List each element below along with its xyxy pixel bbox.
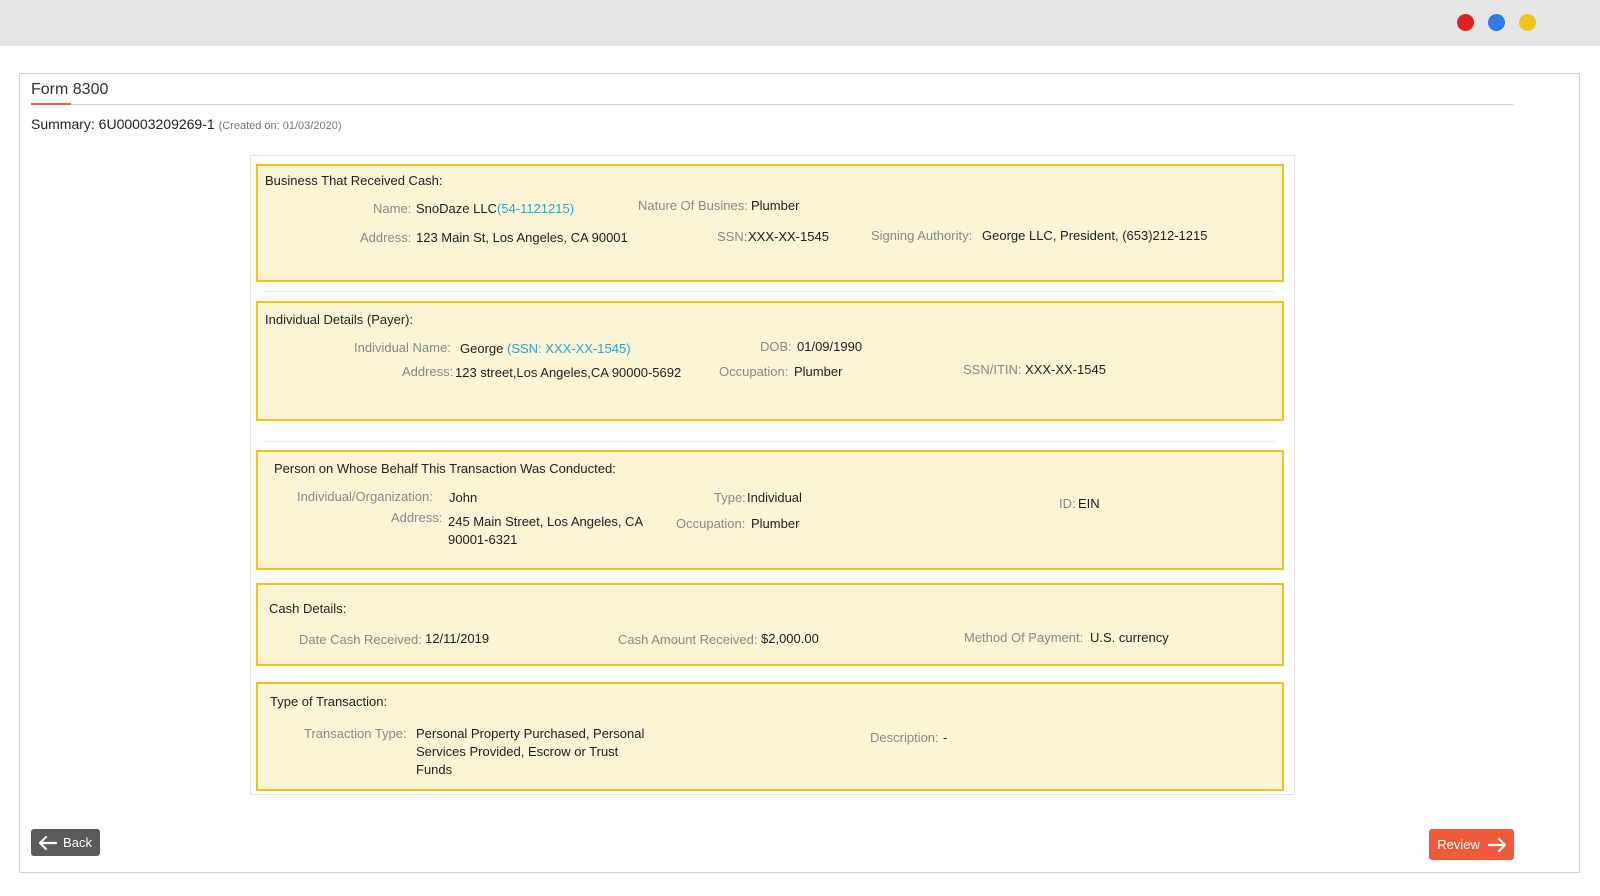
back-button-label: Back: [63, 835, 92, 850]
maximize-window-dot[interactable]: [1488, 14, 1505, 31]
business-name-label: Name:: [373, 201, 412, 216]
cash-amount-value: $2,000.00: [761, 631, 819, 646]
individual-ssn-label: SSN/ITIN:: [963, 362, 1022, 377]
section-divider: [263, 441, 1275, 442]
signing-authority-label: Signing Authority:: [871, 228, 973, 243]
behalf-type-label: Type:: [714, 490, 746, 505]
minimize-window-dot[interactable]: [1519, 14, 1536, 31]
cash-section-title: Cash Details:: [269, 601, 347, 616]
payment-method-value: U.S. currency: [1090, 630, 1169, 645]
transaction-section-title: Type of Transaction:: [270, 694, 388, 709]
business-name-text: SnoDaze LLC: [416, 201, 497, 216]
behalf-type-value: Individual: [747, 490, 802, 505]
description-label: Description:: [870, 730, 939, 745]
behalf-id-value: EIN: [1078, 496, 1100, 511]
dob-label: DOB:: [760, 339, 792, 354]
close-window-dot[interactable]: [1457, 14, 1474, 31]
nature-of-business-value: Plumber: [751, 198, 800, 213]
individual-name-value: George (SSN: XXX-XX-1545): [460, 341, 631, 356]
business-name-value: SnoDaze LLC(54-1121215): [416, 201, 574, 216]
signing-authority-value: George LLC, President, (653)212-1215: [982, 228, 1208, 243]
individual-occupation-value: Plumber: [794, 364, 843, 379]
cash-amount-label: Cash Amount Received:: [618, 632, 758, 647]
business-ssn-label: SSN:: [717, 229, 748, 244]
business-address-label: Address:: [360, 230, 412, 245]
behalf-address-value: 245 Main Street, Los Angeles, CA 90001-6…: [448, 514, 643, 547]
organization-value: John: [449, 490, 478, 505]
individual-ssn-value: XXX-XX-1545: [1025, 362, 1106, 377]
individual-address-label: Address:: [402, 364, 454, 379]
review-button[interactable]: Review: [1429, 829, 1514, 860]
individual-address-value: 123 street,Los Angeles,CA 90000-5692: [455, 365, 682, 380]
behalf-address-label: Address:: [391, 510, 443, 525]
title-divider: [31, 104, 1513, 105]
payment-method-label: Method Of Payment:: [964, 630, 1084, 645]
title-accent-underline: [31, 103, 71, 105]
transaction-type-label: Transaction Type:: [304, 726, 407, 741]
date-cash-received-label: Date Cash Received:: [299, 632, 422, 647]
page-title: Form 8300: [31, 81, 109, 98]
nature-of-business-label: Nature Of Busines:: [638, 198, 748, 213]
summary-id: Summary: 6U00003209269-1: [31, 116, 215, 132]
behalf-section-title: Person on Whose Behalf This Transaction …: [274, 461, 616, 476]
back-button[interactable]: Back: [31, 829, 100, 856]
review-button-label: Review: [1437, 837, 1480, 852]
behalf-id-label: ID:: [1059, 496, 1076, 511]
behalf-occupation-label: Occupation:: [676, 516, 746, 531]
arrow-left-icon: [39, 835, 58, 850]
business-ein-link[interactable]: (54-1121215): [497, 201, 574, 216]
window-titlebar: [0, 0, 1600, 46]
individual-ssn-link[interactable]: (SSN: XXX-XX-1545): [507, 341, 631, 356]
individual-section-title: Individual Details (Payer):: [265, 312, 414, 327]
business-address-value: 123 Main St, Los Angeles, CA 90001: [416, 230, 628, 245]
arrow-right-icon: [1487, 837, 1506, 852]
individual-name-text: George: [460, 341, 504, 356]
summary-line: Summary: 6U00003209269-1 (Created on: 01…: [31, 116, 341, 132]
organization-label: Individual/Organization:: [297, 489, 433, 504]
individual-name-label: Individual Name:: [354, 340, 451, 355]
behalf-occupation-value: Plumber: [751, 516, 800, 531]
cash-section: [256, 583, 1284, 666]
section-divider: [263, 291, 1275, 292]
individual-occupation-label: Occupation:: [719, 364, 789, 379]
dob-value: 01/09/1990: [797, 339, 863, 354]
date-cash-received-value: 12/11/2019: [425, 631, 490, 646]
business-section-title: Business That Received Cash:: [265, 173, 443, 188]
created-date: (Created on: 01/03/2020): [218, 120, 342, 132]
description-value: -: [943, 730, 948, 745]
transaction-type-value: Personal Property Purchased, Personal Se…: [416, 726, 645, 777]
transaction-section: [256, 682, 1284, 791]
business-ssn-value: XXX-XX-1545: [748, 229, 829, 244]
